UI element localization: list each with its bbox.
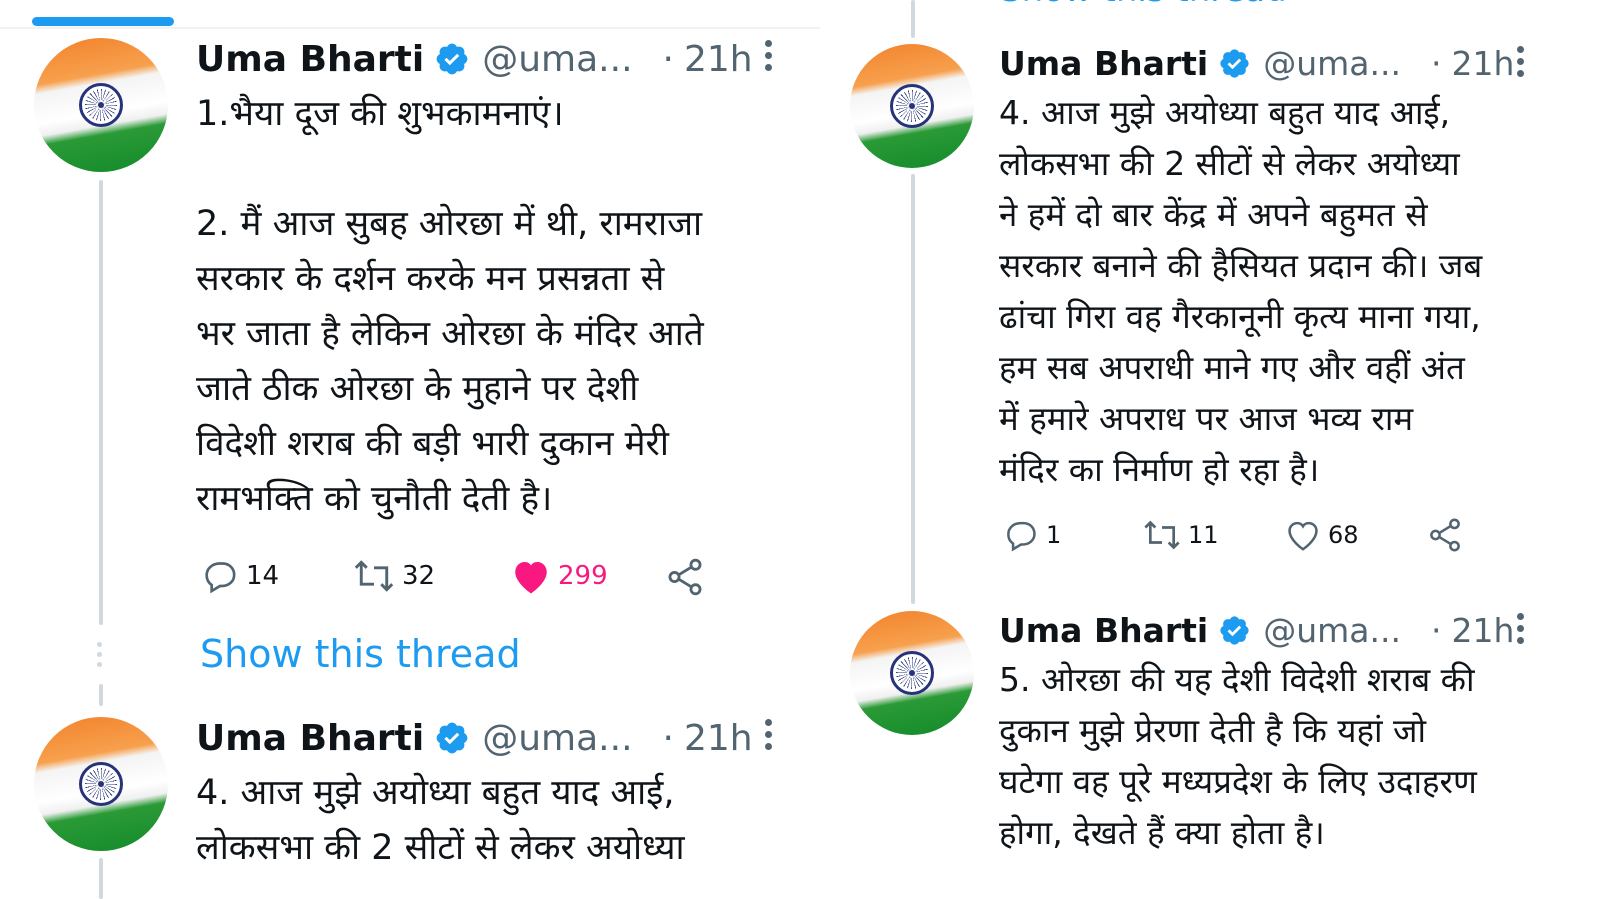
separator: · (662, 38, 674, 80)
tweet-header: Uma Bharti @uma... · 21h (999, 608, 1514, 652)
active-tab-indicator (32, 17, 174, 26)
share-button[interactable] (664, 556, 706, 598)
tweet-header: Uma Bharti @uma... · 21h (999, 41, 1514, 85)
more-vertical-icon[interactable] (765, 719, 773, 755)
author-name[interactable]: Uma Bharti (196, 718, 424, 759)
more-vertical-icon[interactable] (1517, 46, 1525, 82)
show-thread-link[interactable]: Show this thread (200, 632, 521, 676)
retweet-button[interactable]: 11 (1142, 516, 1219, 554)
author-handle[interactable]: @uma... (1263, 611, 1401, 650)
retweet-count: 32 (402, 561, 436, 591)
like-count: 299 (558, 561, 608, 591)
reply-count: 14 (246, 561, 280, 591)
ashoka-chakra-icon (79, 83, 123, 127)
like-button[interactable]: 299 (510, 556, 608, 596)
tweet-time[interactable]: 21h (684, 718, 753, 759)
tweet-time[interactable]: 21h (1451, 611, 1514, 650)
heart-icon (515, 562, 547, 594)
reply-count: 1 (1046, 521, 1062, 549)
like-button[interactable]: 68 (1284, 516, 1359, 554)
tweet-header: Uma Bharti @uma... · 21h (196, 715, 753, 761)
tweet-time[interactable]: 21h (1451, 44, 1514, 83)
separator: · (1430, 610, 1442, 650)
tweet-header: Uma Bharti @uma... · 21h (196, 36, 753, 82)
ashoka-chakra-icon (890, 84, 934, 128)
separator: · (1430, 43, 1442, 83)
like-count: 68 (1328, 521, 1359, 549)
reply-button[interactable]: 14 (200, 556, 279, 596)
top-divider (0, 27, 820, 29)
author-handle[interactable]: @uma... (1263, 44, 1401, 83)
author-handle[interactable]: @uma... (482, 718, 632, 759)
share-button[interactable] (1426, 516, 1464, 554)
thread-line (911, 0, 915, 38)
thread-line (911, 174, 915, 604)
verified-badge-icon (1218, 614, 1251, 647)
author-name[interactable]: Uma Bharti (999, 611, 1208, 650)
right-screenshot-column: Show this thread Uma Bharti @uma... · 21… (830, 0, 1599, 899)
ashoka-chakra-icon (890, 651, 934, 695)
avatar[interactable] (850, 611, 974, 735)
author-name[interactable]: Uma Bharti (999, 44, 1208, 83)
reply-icon (205, 562, 236, 594)
more-vertical-icon[interactable] (765, 40, 773, 76)
tweet-time[interactable]: 21h (684, 39, 753, 80)
verified-badge-icon (434, 720, 470, 756)
retweet-count: 11 (1188, 521, 1219, 549)
avatar[interactable] (34, 38, 168, 172)
author-handle[interactable]: @uma... (482, 39, 632, 80)
ashoka-chakra-icon (79, 762, 123, 806)
retweet-button[interactable]: 32 (352, 556, 435, 596)
reply-icon (1007, 521, 1036, 552)
tweet-text: 5. ओरछा की यह देशी विदेशी शराब की दुकान … (999, 660, 1477, 852)
thread-line (99, 684, 103, 706)
verified-badge-icon (434, 41, 470, 77)
more-vertical-icon[interactable] (1517, 613, 1525, 649)
retweet-icon (354, 560, 394, 592)
heart-icon (1288, 521, 1318, 551)
share-icon (668, 558, 702, 596)
left-screenshot-column: Uma Bharti @uma... · 21h 1.भैया दूज की श… (0, 0, 830, 899)
separator: · (662, 717, 674, 759)
verified-badge-icon (1218, 47, 1251, 80)
thread-line (99, 858, 103, 899)
retweet-icon (1144, 520, 1180, 550)
reply-button[interactable]: 1 (1002, 516, 1061, 554)
thread-line (99, 180, 103, 625)
tweet-text: 4. आज मुझे अयोध्या बहुत याद आई, लोकसभा क… (196, 773, 685, 868)
show-thread-link[interactable]: Show this thread (1000, 0, 1287, 10)
share-icon (1430, 518, 1460, 552)
tweet-text: 1.भैया दूज की शुभकामनाएं। 2. मैं आज सुबह… (196, 94, 704, 519)
author-name[interactable]: Uma Bharti (196, 39, 424, 80)
tweet-text: 4. आज मुझे अयोध्या बहुत याद आई, लोकसभा क… (999, 93, 1483, 489)
avatar[interactable] (850, 44, 974, 168)
thread-dots (97, 642, 102, 672)
avatar[interactable] (34, 717, 168, 851)
